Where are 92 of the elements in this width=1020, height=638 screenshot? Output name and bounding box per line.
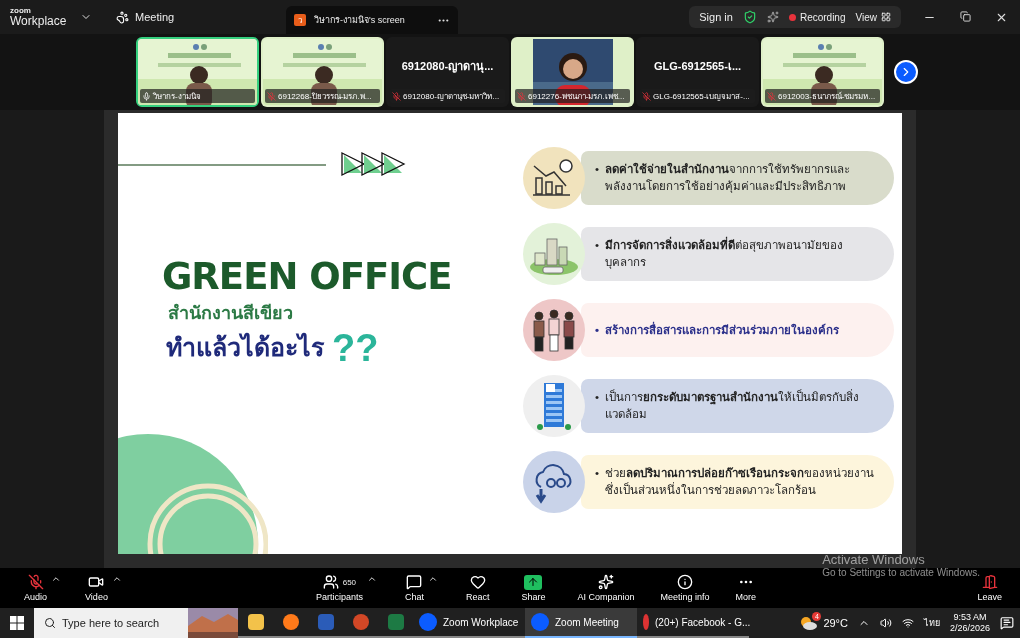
- caret-icon[interactable]: [366, 574, 377, 584]
- bullet: •: [595, 390, 600, 406]
- next-page-button[interactable]: [894, 60, 918, 84]
- search-icon: [44, 617, 56, 629]
- volume-icon[interactable]: [879, 617, 892, 629]
- participant-tile[interactable]: 6912080-ญาดานุ... 6912080-ญาดานุช-มหาวิท...: [386, 37, 509, 107]
- question-marks: ??: [332, 329, 379, 367]
- shield-check-icon[interactable]: [742, 10, 757, 24]
- participant-name: 6912080-ญาดานุช-มหาวิท...: [403, 90, 500, 103]
- clock-time: 9:53 AM: [953, 612, 987, 623]
- participant-name: 6912276-พชนภา-มรภ.เพช...: [528, 90, 625, 103]
- heart-icon: [469, 574, 486, 590]
- presentation-app-icon: [352, 614, 369, 630]
- bullet: •: [595, 466, 600, 482]
- participant-name: 6912003-ธนาภรณ์-ชมรมห...: [778, 90, 876, 103]
- share-icon: [524, 574, 543, 590]
- start-icon[interactable]: [10, 616, 24, 630]
- view-menu[interactable]: View: [855, 11, 877, 23]
- meeting-app-icon: [419, 613, 437, 631]
- cost-chart-icon: [532, 158, 576, 198]
- caret-icon[interactable]: [111, 574, 122, 584]
- activation-hint: Go to Settings to activate Windows.: [822, 567, 980, 578]
- paw-icon: [116, 10, 129, 24]
- app-label: Zoom Meeting: [555, 616, 619, 628]
- point-text: เป็นการยกระดับมาตรฐานสำนักงานให้เป็นมิตรกับสิ่งแวดล้อม: [605, 389, 861, 422]
- weather-icon: [799, 615, 818, 631]
- recording-dot: [788, 13, 796, 21]
- point-text: มีการจัดการสิ่งแวดล้อมที่ดีต่อสุขภาพอนามัยของบุคลากร: [605, 237, 884, 271]
- sparkle-icon[interactable]: [766, 11, 779, 23]
- taskbar-app[interactable]: Zoom Meeting: [525, 608, 637, 638]
- tab-title: วิษากร-งามนิจ's screen: [314, 14, 405, 27]
- folder-icon: [247, 614, 264, 630]
- toolbar-button[interactable]: Audio: [20, 574, 52, 602]
- participant-display-name: 6912080-ญาดานุ...: [401, 59, 494, 75]
- point-text: สร้างการสื่อสารและการมีส่วนร่วมภายในองค์กร: [605, 321, 840, 338]
- input-language[interactable]: ไทย: [923, 616, 940, 630]
- point-text: ช่วยลดปริมาณการปล่อยก๊าซเรือนกระจกของหน่วยงานซึ่งเป็นส่วนหนึ่งในการช่วยลดภาวะโลกร้อน: [605, 466, 876, 498]
- search-field[interactable]: Type here to search: [34, 608, 188, 638]
- user-avatar: ว: [294, 14, 306, 26]
- participant-count: 650: [342, 577, 357, 587]
- chat-icon: [406, 574, 423, 590]
- participant-name: 6912268-ปิยวรรณ-มรภ.พ...: [278, 90, 372, 103]
- participant-tile[interactable]: GLG-6912565-เ... GLG-6912565-เบญจมาส-...: [636, 37, 759, 107]
- meeting-app-icon: [531, 613, 549, 631]
- app-name: Workplace: [10, 15, 68, 27]
- door-icon: [981, 574, 998, 590]
- notifications-icon[interactable]: [1000, 616, 1014, 630]
- participant-tile[interactable]: วิษากร-งามนิจ: [136, 37, 259, 107]
- sign-in-link[interactable]: Sign in: [699, 11, 733, 23]
- toolbar-button[interactable]: Share: [517, 574, 550, 602]
- app-logo-text: zoom: [10, 7, 32, 15]
- toolbar-button[interactable]: Video: [81, 574, 112, 602]
- toolbar-button[interactable]: AI Companion: [573, 574, 639, 602]
- clock-date: 2/26/2026: [949, 623, 990, 634]
- meeting-tab[interactable]: Meeting: [135, 11, 175, 23]
- recording-label: Recording: [799, 11, 846, 23]
- participant-tile[interactable]: 6912003-ธนาภรณ์-ชมรมห...: [761, 37, 884, 107]
- office-building-icon: [536, 381, 572, 431]
- document-app-icon: [317, 614, 334, 630]
- shared-screen-tab[interactable]: ว วิษากร-งามนิจ's screen: [286, 6, 458, 34]
- taskbar-app[interactable]: (20+) Facebook - G...: [637, 608, 749, 638]
- participants-icon: [322, 574, 339, 590]
- participant-name: วิษากร-งามนิจ: [153, 90, 201, 103]
- participant-tile[interactable]: 6912276-พชนภา-มรภ.เพช...: [511, 37, 634, 107]
- bullet: •: [595, 238, 600, 254]
- participant-tile[interactable]: 6912268-ปิยวรรณ-มรภ.พ...: [261, 37, 384, 107]
- toolbar-button[interactable]: Chat: [400, 574, 428, 602]
- grid-icon: [881, 12, 891, 22]
- slide-question: ทำแล้วได้อะไร: [166, 331, 324, 363]
- point-text: ลดค่าใช้จ่ายในสำนักงานจากการใช้ทรัพยากรและพลังงานโดยการใช้อย่างคุ้มค่าและมีประสิทธิภาพ: [605, 161, 852, 195]
- wifi-icon[interactable]: [901, 617, 914, 629]
- restore-icon[interactable]: [960, 10, 971, 24]
- slide-subtitle: สำนักงานสีเขียว: [168, 302, 294, 325]
- caret-icon[interactable]: [51, 574, 62, 584]
- toolbar-button[interactable]: 650 Participants: [311, 574, 367, 602]
- video-camera-icon: [88, 574, 105, 590]
- caret-icon[interactable]: [427, 574, 438, 584]
- temperature: 29°C: [823, 617, 848, 629]
- participant-display-name: GLG-6912565-เ...: [653, 59, 742, 74]
- toolbar-button[interactable]: More: [731, 574, 761, 602]
- app-label: (20+) Facebook - G...: [655, 616, 751, 628]
- app-label: Zoom Workplace: [443, 616, 519, 628]
- activation-title: Activate Windows: [822, 552, 926, 567]
- bullet: •: [595, 322, 600, 338]
- bullet: •: [595, 162, 600, 178]
- participant-name: GLG-6912565-เบญจมาส-...: [653, 90, 750, 103]
- slide-title: GREEN OFFICE: [162, 255, 453, 298]
- spreadsheet-app-icon: [387, 614, 404, 630]
- sparkle-icon: [598, 574, 614, 590]
- toolbar-button[interactable]: Meeting info: [656, 574, 714, 602]
- info-icon: [677, 574, 694, 590]
- toolbar-button[interactable]: React: [461, 574, 494, 602]
